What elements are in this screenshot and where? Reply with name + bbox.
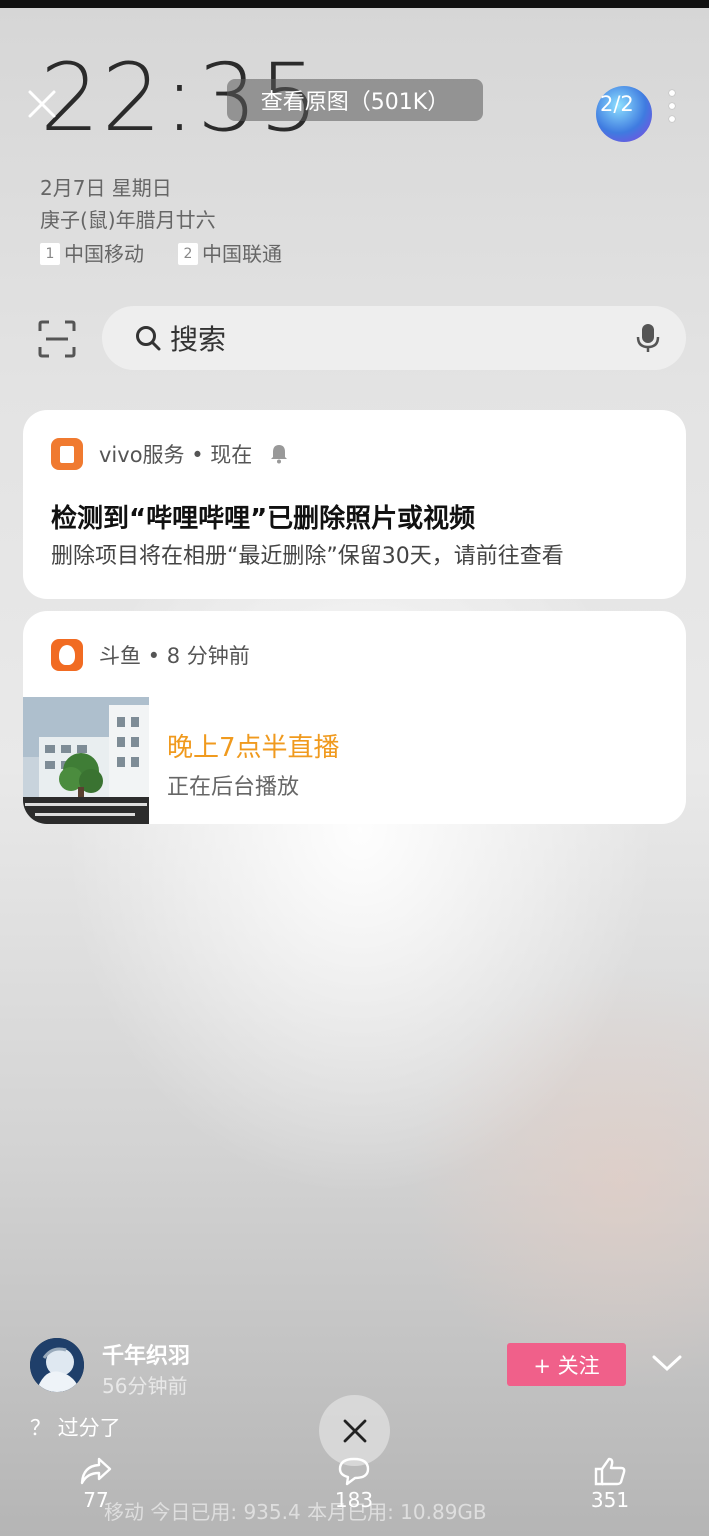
sim-1: 1 中国移动 bbox=[40, 238, 144, 270]
share-count: 77 bbox=[83, 1488, 109, 1512]
notification-body: 正在后台播放 bbox=[167, 775, 300, 800]
notification-vivo[interactable]: vivo服务 • 现在 检测到“哔哩哔哩”已删除照片或视频 删除项目将在相册“最… bbox=[23, 410, 686, 599]
notification-app-label: vivo服务 • 现在 bbox=[99, 443, 253, 467]
more-icon[interactable] bbox=[666, 90, 678, 122]
date-block: 2月7日 星期日 庚子(鼠)年腊月廿六 1 中国移动 2 中国联通 bbox=[40, 172, 282, 270]
post-caption: ？ 过分了 bbox=[30, 1416, 121, 1440]
sim-1-badge: 1 bbox=[40, 243, 60, 265]
stream-thumbnail bbox=[23, 697, 149, 824]
post-bar: 千年织羽 56分钟前 + 关注 ？ 过分了 移动 今日已用: 935.4 本月已… bbox=[0, 1320, 709, 1536]
vivo-service-icon bbox=[51, 438, 83, 470]
page-counter: 2/2 bbox=[596, 86, 652, 142]
sim-2: 2 中国联通 bbox=[178, 238, 282, 270]
notification-title: 晚上7点半直播 bbox=[167, 733, 340, 763]
close-icon bbox=[343, 1419, 366, 1442]
notification-body: 删除项目将在相册“最近删除”保留30天，请前往查看 bbox=[51, 544, 564, 569]
comment-count: 183 bbox=[334, 1488, 374, 1512]
close-icon[interactable] bbox=[26, 88, 58, 120]
notification-header: vivo服务 • 现在 bbox=[51, 438, 288, 470]
date-label: 2月7日 星期日 bbox=[40, 176, 172, 200]
sim-2-carrier: 中国联通 bbox=[202, 242, 282, 266]
lunar-date-label: 庚子(鼠)年腊月廿六 bbox=[40, 208, 216, 232]
microphone-icon[interactable] bbox=[636, 323, 660, 353]
username[interactable]: 千年织羽 bbox=[102, 1338, 190, 1370]
status-bar-edge bbox=[0, 0, 709, 8]
data-usage-overlay: 移动 今日已用: 935.4 本月已用: 10.89GB bbox=[104, 1500, 487, 1524]
avatar[interactable] bbox=[30, 1338, 84, 1392]
view-original-button[interactable]: 查看原图（501K） bbox=[227, 79, 483, 121]
follow-button[interactable]: + 关注 bbox=[507, 1343, 626, 1386]
post-time: 56分钟前 bbox=[102, 1374, 188, 1398]
carrier-row: 1 中国移动 2 中国联通 bbox=[40, 238, 282, 270]
sim-2-badge: 2 bbox=[178, 243, 198, 265]
like-count: 351 bbox=[590, 1488, 630, 1512]
comment-button[interactable]: 183 bbox=[324, 1456, 384, 1512]
sim-1-carrier: 中国移动 bbox=[64, 242, 144, 266]
search-placeholder: 搜索 bbox=[170, 323, 227, 356]
notification-app-label: 斗鱼 • 8 分钟前 bbox=[99, 644, 250, 668]
like-button[interactable]: 351 bbox=[580, 1456, 640, 1512]
thumbs-up-icon bbox=[594, 1457, 626, 1486]
search-bar[interactable]: 搜索 bbox=[102, 306, 686, 370]
chevron-down-icon[interactable] bbox=[652, 1352, 682, 1374]
notification-header: 斗鱼 • 8 分钟前 bbox=[51, 639, 250, 671]
douyu-app-icon bbox=[51, 639, 83, 671]
share-button[interactable]: 77 bbox=[66, 1456, 126, 1512]
comment-icon bbox=[338, 1457, 370, 1486]
page-counter-label: 2/2 bbox=[600, 92, 634, 116]
notification-title: 检测到“哔哩哔哩”已删除照片或视频 bbox=[51, 504, 476, 534]
notification-douyu[interactable]: 斗鱼 • 8 分钟前 晚上7点半直播 正在后台播放 bbox=[23, 611, 686, 824]
scan-icon[interactable] bbox=[38, 320, 76, 358]
bell-icon bbox=[271, 445, 288, 464]
search-icon bbox=[136, 326, 161, 351]
share-icon bbox=[80, 1457, 112, 1485]
